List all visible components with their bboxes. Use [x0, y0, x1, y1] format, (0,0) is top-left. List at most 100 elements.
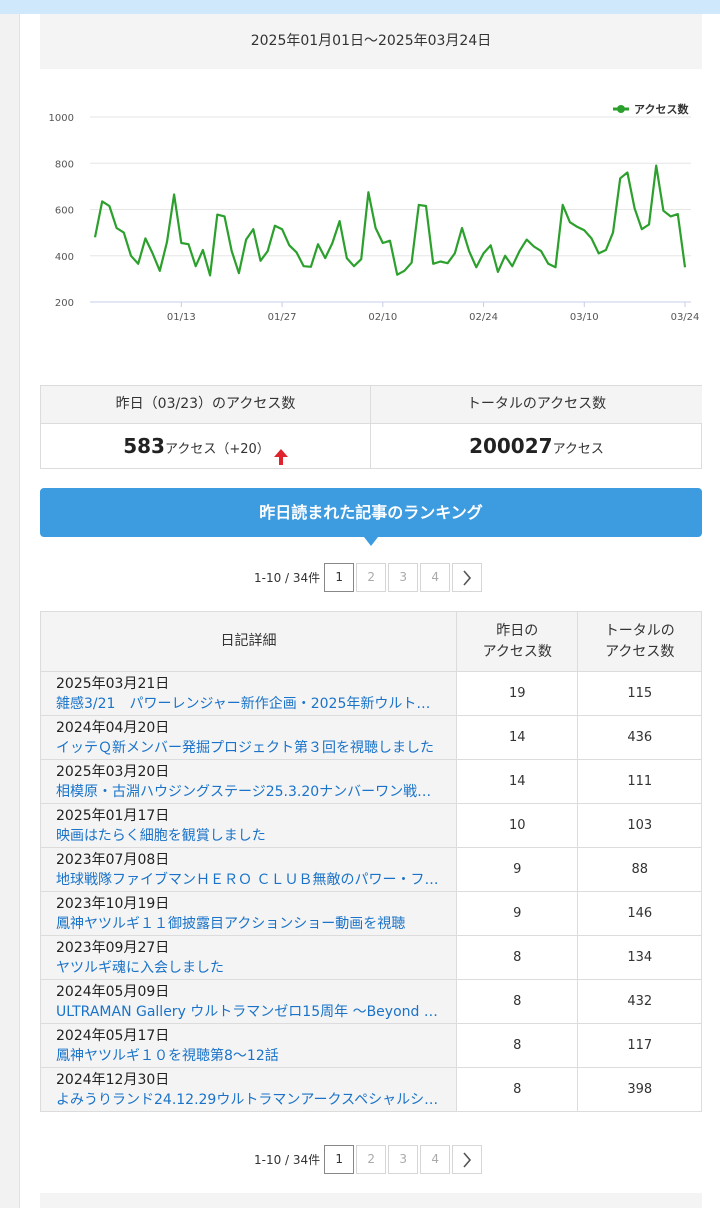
- row-detail: 2025年03月21日雑感3/21 パワーレンジャー新作企画・2025年新ウルト…: [40, 671, 457, 716]
- yesterday-count: 8: [455, 935, 579, 980]
- total-count: 146: [577, 891, 702, 936]
- article-date: 2025年03月21日: [56, 676, 170, 692]
- col-yesterday-line1: 昨日の: [496, 622, 539, 639]
- yesterday-access-header: 昨日（03/23）のアクセス数: [41, 386, 371, 424]
- total-count: 117: [577, 1023, 702, 1068]
- col-yesterday-line2: アクセス数: [482, 643, 552, 660]
- next-page-button[interactable]: [452, 562, 483, 592]
- pagination-count: 1-10 / 34件: [254, 570, 321, 585]
- col-total-line2: アクセス数: [605, 643, 675, 660]
- table-row: 2025年03月20日相模原・古淵ハウジングステージ25.3.20ナンバーワン戦…: [40, 759, 702, 804]
- page-1-button[interactable]: 1: [324, 1144, 355, 1174]
- legend-marker: [617, 105, 625, 113]
- page-4-button[interactable]: 4: [420, 1144, 451, 1174]
- row-detail: 2023年09月27日 ヤツルギ魂に入会しました: [40, 935, 457, 980]
- col-total-line1: トータルの: [604, 622, 675, 639]
- y-tick-label: 1000: [49, 113, 74, 124]
- row-detail: 2025年03月20日相模原・古淵ハウジングステージ25.3.20ナンバーワン戦…: [40, 759, 457, 804]
- yesterday-count: 14: [455, 715, 579, 760]
- article-link[interactable]: 相模原・古淵ハウジングステージ25.3.20ナンバーワン戦隊ゴジュウジャーショー: [56, 782, 440, 802]
- article-date: 2024年04月20日: [56, 720, 170, 736]
- ranking-banner-pointer: [364, 537, 378, 546]
- total-count: 103: [577, 803, 702, 848]
- next-page-button[interactable]: [452, 1144, 483, 1174]
- access-stats: 昨日（03/23）のアクセス数 トータルのアクセス数 583アクセス（+20） …: [40, 385, 702, 469]
- page-4-button[interactable]: 4: [420, 562, 451, 592]
- legend-label: アクセス数: [634, 102, 689, 116]
- article-date: 2024年05月17日: [56, 1028, 170, 1044]
- article-date: 2023年10月19日: [56, 896, 170, 912]
- page-1-button[interactable]: 1: [324, 562, 355, 592]
- table-row: 2023年10月19日 鳳神ヤツルギ１１御披露目アクションショー動画を視聴 9 1…: [40, 891, 702, 936]
- y-tick-label: 200: [55, 298, 74, 309]
- table-row: 2024年05月09日 ULTRAMAN Gallery ウルトラマンゼロ15周年…: [40, 979, 702, 1024]
- col-total-header: トータルのアクセス数: [577, 611, 702, 672]
- y-tick-label: 400: [55, 252, 74, 263]
- article-date: 2025年01月17日: [56, 808, 170, 824]
- yesterday-count: 9: [455, 847, 579, 892]
- total-count: 134: [577, 935, 702, 980]
- total-count: 111: [577, 759, 702, 804]
- page-3-button[interactable]: 3: [388, 1144, 419, 1174]
- row-detail: 2024年05月09日 ULTRAMAN Gallery ウルトラマンゼロ15周年…: [40, 979, 457, 1024]
- browser-top-bar: [0, 0, 720, 14]
- yesterday-access-number: 583: [123, 434, 165, 458]
- y-tick-label: 600: [55, 206, 74, 217]
- y-tick-label: 800: [55, 159, 74, 170]
- page-2-button[interactable]: 2: [356, 1144, 387, 1174]
- date-range: 2025年01月01日〜2025年03月24日: [40, 14, 702, 69]
- table-row: 2024年05月17日 鳳神ヤツルギ１０を視聴第8〜12話 8 117: [40, 1023, 702, 1068]
- page-2-button[interactable]: 2: [356, 562, 387, 592]
- up-arrow-icon: [273, 440, 288, 465]
- table-row: 2025年01月17日 映画はたらく細胞を観賞しました 10 103: [40, 803, 702, 848]
- ranking-banner: 昨日読まれた記事のランキング: [40, 488, 702, 537]
- page-3-button[interactable]: 3: [388, 562, 419, 592]
- yesterday-access-value: 583アクセス（+20）: [41, 424, 371, 468]
- total-count: 436: [577, 715, 702, 760]
- table-row: 2024年04月20日イッテＱ新メンバー発掘プロジェクト第３回を視聴しました 1…: [40, 715, 702, 760]
- article-link[interactable]: 映画はたらく細胞を観賞しました: [56, 826, 440, 846]
- chevron-right-icon: [463, 1151, 472, 1168]
- row-detail: 2024年05月17日鳳神ヤツルギ１０を視聴第8〜12話: [40, 1023, 457, 1068]
- article-date: 2025年03月20日: [56, 764, 170, 780]
- article-link[interactable]: 鳳神ヤツルギ１１御披露目アクションショー動画を視聴: [56, 914, 440, 934]
- article-date: 2024年12月30日: [56, 1072, 170, 1088]
- total-count: 115: [577, 671, 702, 716]
- col-detail-header: 日記詳細: [40, 611, 457, 672]
- total-access-value: 200027アクセス: [371, 424, 702, 468]
- chevron-right-icon: [463, 569, 472, 586]
- row-detail: 2023年07月08日地球戦隊ファイブマンＨＥＲＯ ＣＬＵＢ無敵のパワー・ファイ…: [40, 847, 457, 892]
- article-date: 2024年05月09日: [56, 984, 170, 1000]
- article-link[interactable]: よみうりランド24.12.29ウルトラマンアークスペシャルショー: [56, 1090, 440, 1110]
- table-row: 2025年03月21日雑感3/21 パワーレンジャー新作企画・2025年新ウルト…: [40, 671, 702, 716]
- yesterday-access-unit: アクセス（+20）: [164, 442, 270, 457]
- row-detail: 2024年04月20日イッテＱ新メンバー発掘プロジェクト第３回を視聴しました: [40, 715, 457, 760]
- x-tick-label: 01/13: [167, 312, 196, 323]
- total-count: 88: [577, 847, 702, 892]
- article-link[interactable]: ヤツルギ魂に入会しました: [56, 958, 440, 978]
- series-line: [93, 164, 687, 277]
- article-link[interactable]: イッテＱ新メンバー発掘プロジェクト第３回を視聴しました: [56, 738, 440, 758]
- yesterday-count: 8: [455, 1067, 579, 1112]
- x-tick-label: 02/24: [469, 312, 498, 323]
- total-access-number: 200027: [469, 434, 553, 458]
- col-yesterday-header: 昨日の アクセス数: [455, 611, 579, 672]
- x-tick-label: 03/10: [570, 312, 599, 323]
- x-tick-label: 03/24: [671, 312, 700, 323]
- ranking-header-row: 日記詳細 昨日のアクセス数 トータルのアクセス数: [40, 611, 702, 672]
- article-date: 2023年07月08日: [56, 852, 170, 868]
- row-detail: 2025年01月17日映画はたらく細胞を観賞しました: [40, 803, 457, 848]
- article-link[interactable]: 地球戦隊ファイブマンＨＥＲＯ ＣＬＵＢ無敵のパワー・ファイブマン: [56, 870, 440, 890]
- article-link[interactable]: 鳳神ヤツルギ１０を視聴第8〜12話: [56, 1046, 440, 1066]
- yesterday-count: 8: [455, 979, 579, 1024]
- left-gutter: [0, 14, 20, 1208]
- yesterday-count: 19: [455, 671, 579, 716]
- total-count: 432: [577, 979, 702, 1024]
- total-access-unit: アクセス: [552, 442, 604, 457]
- ranking-table: 日記詳細 昨日のアクセス数 トータルのアクセス数 2025年03月21日雑感3/…: [40, 611, 702, 1112]
- table-row: 2023年09月27日 ヤツルギ魂に入会しました 8 134: [40, 935, 702, 980]
- total-access-header: トータルのアクセス数: [371, 386, 702, 424]
- table-row: 2023年07月08日地球戦隊ファイブマンＨＥＲＯ ＣＬＵＢ無敵のパワー・ファイ…: [40, 847, 702, 892]
- article-link[interactable]: ULTRAMAN Gallery ウルトラマンゼロ15周年 〜Beyond th…: [56, 1002, 440, 1022]
- article-link[interactable]: 雑感3/21 パワーレンジャー新作企画・2025年新ウルトラマン・2025年新ウ…: [56, 694, 440, 714]
